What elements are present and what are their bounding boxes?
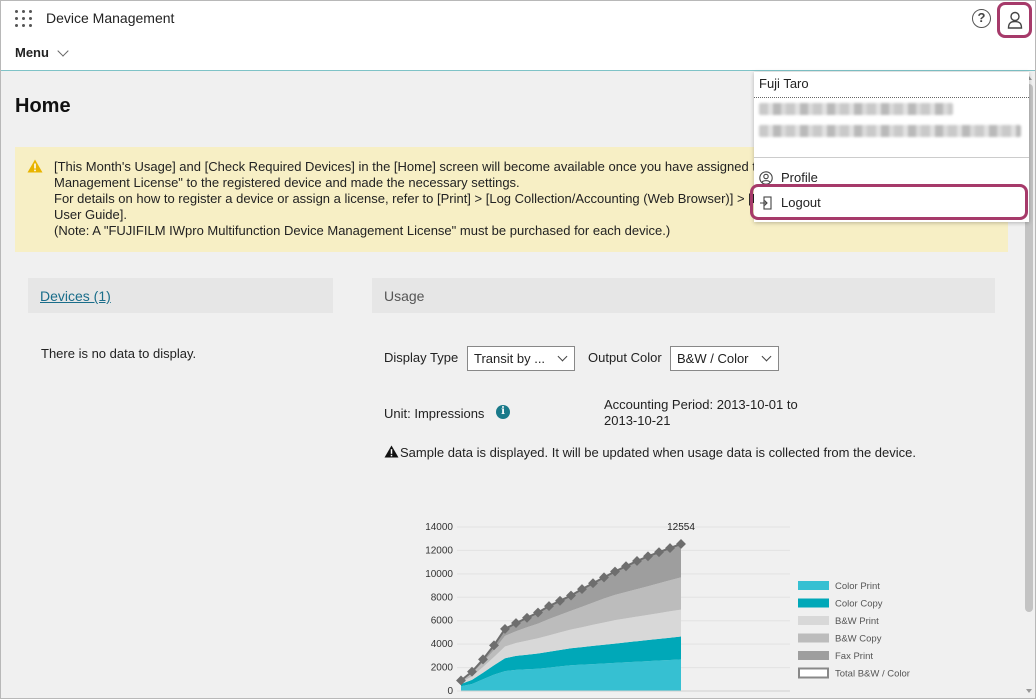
legend-label: Color Copy [835,599,883,610]
legend-swatch [798,651,829,660]
profile-label: Profile [781,170,818,185]
output-color-select[interactable]: B&W / Color [670,346,779,371]
accounting-period-line1: Accounting Period: 2013-10-01 to [604,397,798,412]
usage-title: Usage [384,288,425,304]
sample-data-note: Sample data is displayed. It will be upd… [384,444,916,460]
user-account-button[interactable] [997,2,1032,38]
y-tick-label: 0 [447,686,453,697]
banner-line: (Note: A "FUJIFILM IWpro Multifunction D… [54,223,671,238]
logout-highlight [750,184,1028,220]
usage-panel-header: Usage [372,278,995,313]
warning-icon [384,444,399,458]
y-tick-label: 10000 [425,569,453,580]
legend-label: Total B&W / Color [835,669,910,680]
unit-label: Unit: Impressions [384,406,485,421]
output-color-label: Output Color [588,350,662,365]
help-icon[interactable]: ? [972,9,991,28]
output-color-value: B&W / Color [677,351,749,366]
chevron-down-icon [557,351,568,362]
blurred-user-info [759,103,953,115]
legend-swatch [798,598,829,608]
data-label: 12554 [667,522,695,533]
devices-link[interactable]: Devices (1) [40,288,111,304]
y-tick-label: 14000 [425,522,453,533]
devices-panel-header: Devices (1) [28,278,333,313]
devices-empty-message: There is no data to display. [41,346,197,361]
page-title: Home [15,95,71,117]
app-launcher-icon[interactable] [15,10,33,28]
blurred-user-info [759,125,1021,137]
legend-swatch [798,581,829,590]
top-header: Device Management Menu ? [1,1,1035,71]
legend-label: Color Print [835,581,880,592]
legend-swatch [798,633,829,643]
y-tick-label: 2000 [431,663,454,674]
legend-swatch [798,616,829,625]
divider [754,157,1029,158]
y-tick-label: 12000 [425,545,453,556]
warning-icon [27,159,43,173]
legend-label: B&W Print [835,616,879,627]
y-tick-label: 4000 [431,639,454,650]
app-window: Device Management Menu ? Home [This Mont… [0,0,1036,699]
sample-note-text: Sample data is displayed. It will be upd… [400,445,916,460]
display-type-value: Transit by ... [474,351,546,366]
y-tick-label: 6000 [431,616,454,627]
usage-area-chart: 0 2000 4000 6000 8000 10000 12000 14000 12554 Col… [425,522,910,697]
user-name: Fuji Taro [759,76,809,91]
accounting-period-line2: 2013-10-21 [604,413,671,428]
divider [754,97,1029,98]
chevron-down-icon [57,44,69,57]
legend-swatch [798,667,829,679]
user-icon [1007,11,1022,29]
legend-label: Fax Print [835,651,873,662]
legend-label: B&W Copy [835,634,882,645]
y-tick-label: 8000 [431,592,454,603]
display-type-select[interactable]: Transit by ... [467,346,575,371]
menu-button[interactable]: Menu [15,44,69,60]
info-icon[interactable]: i [496,405,510,419]
scroll-down-arrow-icon[interactable] [1026,689,1032,693]
display-type-label: Display Type [384,350,459,365]
chevron-down-icon [761,351,772,362]
menu-label: Menu [15,45,49,60]
app-title: Device Management [46,10,175,26]
